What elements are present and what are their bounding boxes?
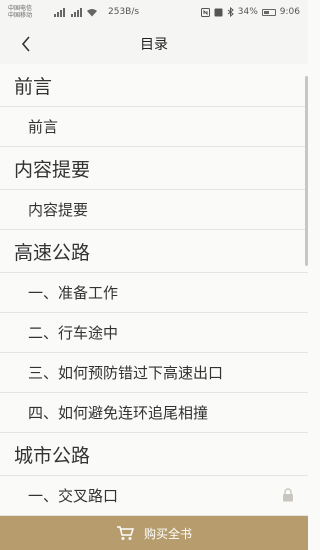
wifi-icon [87,8,97,16]
toc-label: 三、如何预防错过下高速出口 [28,364,224,382]
mute-icon [214,8,223,16]
toc-label: 内容提要 [14,158,91,181]
battery-percent: 34% [237,7,258,17]
toc-chapter[interactable]: 三、如何预防错过下高速出口 [0,353,308,393]
toc-chapter[interactable]: 内容提要 [0,190,308,230]
toc-label: 城市公路 [14,444,91,467]
status-bar: 中国电信 中国移动 253B/s 34% 9:06 [0,0,308,24]
toc-label: 前言 [14,75,53,98]
header: 目录 [0,24,308,64]
toc-label: 高速公路 [14,241,91,264]
buy-full-book-button[interactable]: 购买全书 [0,516,308,550]
battery-icon [261,8,276,16]
page-title: 目录 [140,37,168,53]
carrier-1: 中国电信 [8,5,33,12]
lock-icon [283,488,293,502]
clock: 9:06 [279,7,300,17]
toc-section[interactable]: 高速公路 [0,230,308,273]
toc-label: 一、准备工作 [28,284,119,302]
toc-label: 四、如何避免连环追尾相撞 [28,404,209,422]
nfc-icon [200,7,210,17]
signal-icon [71,7,82,17]
toc-chapter[interactable]: 四、如何避免连环追尾相撞 [0,393,308,433]
carrier-2: 中国移动 [8,12,33,19]
network-speed: 253B/s [108,7,140,17]
table-of-contents: 前言 前言 内容提要 内容提要 高速公路 一、准备工作 二、行车途中 三、如何预… [0,64,308,516]
toc-label: 二、行车途中 [28,324,119,342]
toc-section[interactable]: 城市公路 [0,433,308,476]
toc-label: 内容提要 [28,201,89,219]
toc-label: 一、交叉路口 [28,487,119,505]
toc-chapter[interactable]: 前言 [0,107,308,147]
signal-icon [54,7,65,17]
toc-label: 前言 [28,118,59,136]
toc-section[interactable]: 前言 [0,64,308,107]
buy-label: 购买全书 [143,526,192,541]
toc-section[interactable]: 内容提要 [0,147,308,190]
toc-chapter-locked[interactable]: 一、交叉路口 [0,476,308,516]
toc-chapter[interactable]: 一、准备工作 [0,273,308,313]
carrier-names: 中国电信 中国移动 [8,5,48,19]
bluetooth-icon [227,7,234,17]
cart-icon [116,526,134,540]
scrollbar[interactable] [305,76,308,266]
toc-chapter[interactable]: 二、行车途中 [0,313,308,353]
back-icon[interactable] [16,34,36,54]
